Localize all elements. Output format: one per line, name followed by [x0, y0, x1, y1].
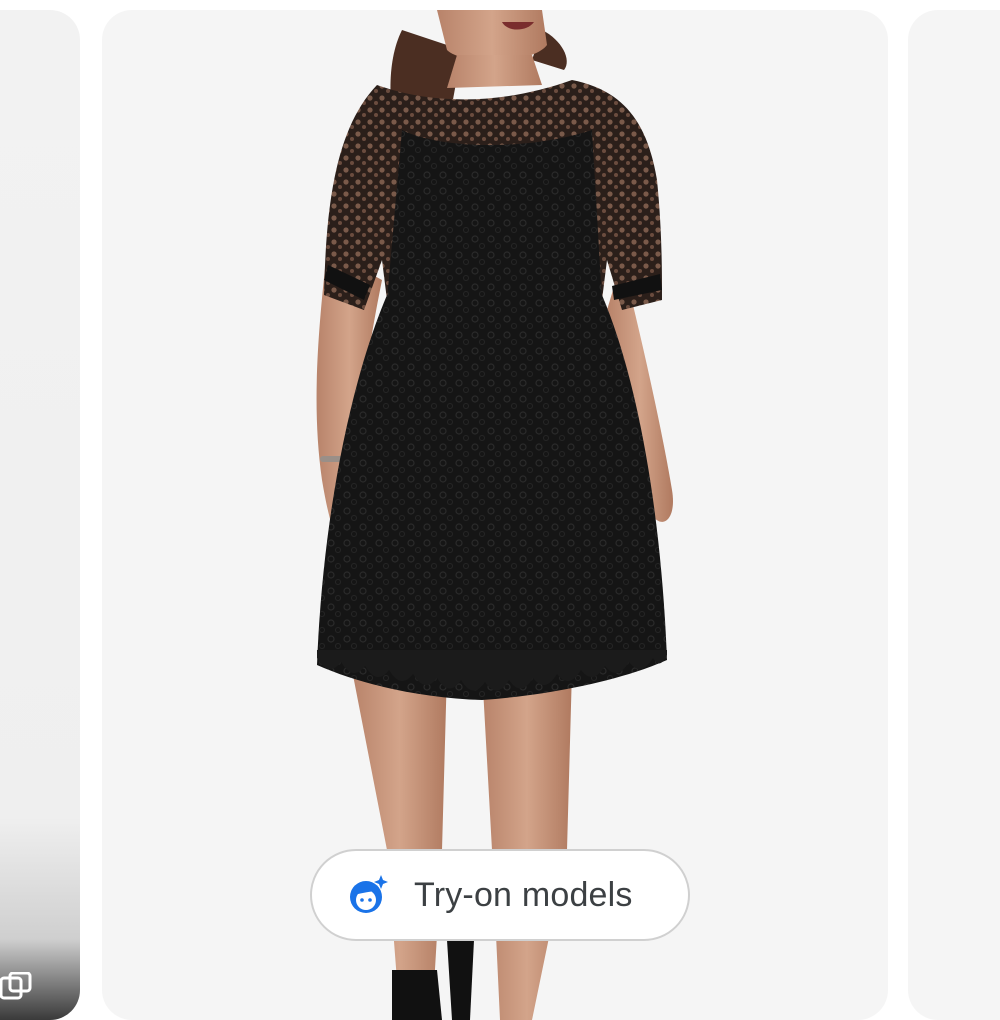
- try-on-models-label: Try-on models: [414, 875, 633, 914]
- face-sparkle-icon: [350, 875, 388, 913]
- try-on-models-button[interactable]: Try-on models: [310, 849, 690, 941]
- previous-image-card[interactable]: [0, 10, 80, 1020]
- open-in-new-icon[interactable]: [0, 972, 34, 1000]
- next-image-card[interactable]: [908, 10, 1000, 1020]
- image-carousel[interactable]: Try-on models: [0, 0, 1000, 1020]
